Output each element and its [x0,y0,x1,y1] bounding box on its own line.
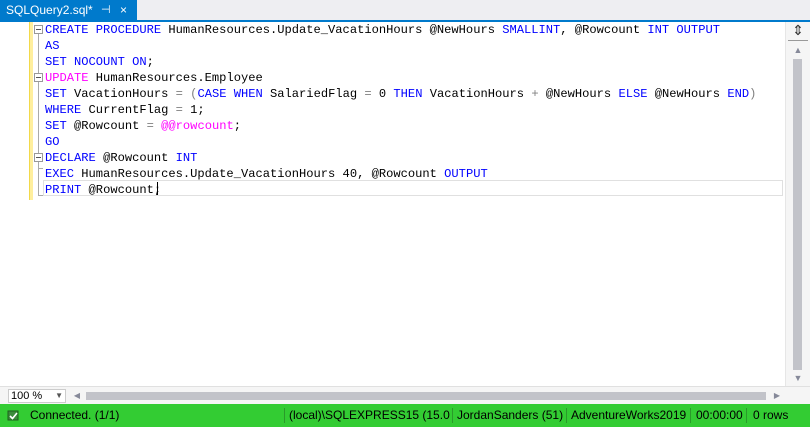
code-token: @Rowcount; [81,183,162,197]
code-token: UPDATE [45,71,89,85]
code-token: = ( [175,87,198,101]
code-line[interactable]: PRINT @Rowcount; [0,182,785,198]
code-token: SET [45,87,67,101]
code-token: EXEC [45,167,75,181]
code-token: @NewHours [647,87,728,101]
code-token: CurrentFlag [81,103,176,117]
code-text: DECLARE @Rowcount INT [45,150,197,166]
zoom-select[interactable]: 100 % ▼ [8,389,66,403]
database-name: AdventureWorks2019 [571,408,687,422]
status-bar: Connected. (1/1) (local)\SQLEXPRESS15 (1… [0,404,810,427]
status-separator [566,408,567,423]
code-token: = [146,119,154,133]
code-token: @NewHours [538,87,619,101]
code-token: CASE WHEN [197,87,263,101]
code-token: END [727,87,750,101]
code-token: = [364,87,372,101]
elapsed-time: 00:00:00 [696,408,743,422]
status-separator [746,408,747,423]
server-name: (local)\SQLEXPRESS15 (15.0 ... [289,408,450,422]
code-token: PRINT [45,183,82,197]
code-token: HumanResources.Update_VacationHours @New… [161,23,503,37]
status-separator [284,408,285,423]
tab-strip: SQLQuery2.sql* ⊣ × [0,0,810,20]
vertical-scrollbar[interactable]: ⇕ ▲ ▼ [785,22,810,386]
code-text: UPDATE HumanResources.Employee [45,70,263,86]
code-token: = [175,103,183,117]
code-token: , @Rowcount [560,23,648,37]
code-token: AS [45,39,60,53]
split-divider [788,40,808,41]
code-token: HumanResources.Employee [88,71,263,85]
connection-status: Connected. (1/1) [30,408,120,422]
status-separator [452,408,453,423]
code-token: VacationHours [66,87,176,101]
code-text: GO [45,134,60,150]
scroll-right-icon[interactable]: ▶ [770,387,784,404]
code-text: EXEC HumanResources.Update_VacationHours… [45,166,488,182]
zoom-value: 100 % [11,390,43,402]
close-icon[interactable]: × [120,0,127,20]
code-line[interactable]: CREATE PROCEDURE HumanResources.Update_V… [0,22,785,38]
code-token: SET NOCOUNT ON [45,55,147,69]
row-count: 0 rows [753,408,789,422]
code-text: WHERE CurrentFlag = 1; [45,102,205,118]
text-caret [157,182,158,195]
code-text: SET VacationHours = (CASE WHEN SalariedF… [45,86,756,102]
code-line[interactable]: SET @Rowcount = @@rowcount; [0,118,785,134]
code-token: ; [146,55,154,69]
scroll-down-icon[interactable]: ▼ [786,370,810,386]
code-token: SalariedFlag [262,87,365,101]
scroll-corner [785,387,810,404]
code-text: PRINT @Rowcount; [45,182,161,198]
zoom-and-horizontal-scroll: 100 % ▼ ◀ ▶ [0,386,810,404]
code-token: @Rowcount [66,119,147,133]
code-line[interactable]: UPDATE HumanResources.Employee [0,70,785,86]
code-token: ) [749,87,757,101]
code-token: CREATE PROCEDURE [45,23,162,37]
pin-icon[interactable]: ⊣ [101,0,111,20]
code-token: + [531,87,539,101]
status-separator [690,408,691,423]
code-token: 0 [371,87,394,101]
code-line[interactable]: GO [0,134,785,150]
split-window-icon[interactable]: ⇕ [786,22,810,39]
code-line[interactable]: EXEC HumanResources.Update_VacationHours… [0,166,785,182]
horizontal-scroll-thumb[interactable] [86,392,766,400]
code-token: SET [45,119,67,133]
code-token: @@rowcount [161,119,234,133]
tab-title: SQLQuery2.sql* [6,3,93,17]
vertical-scroll-thumb[interactable] [793,59,802,370]
user-name: JordanSanders (51) [457,408,564,422]
code-token: SMALLINT [502,23,561,37]
code-token: @Rowcount [95,151,176,165]
scroll-left-icon[interactable]: ◀ [70,387,84,404]
query-editor[interactable]: CREATE PROCEDURE HumanResources.Update_V… [0,22,785,386]
code-line[interactable]: SET VacationHours = (CASE WHEN SalariedF… [0,86,785,102]
connected-icon [7,410,19,421]
code-token: INT OUTPUT [647,23,720,37]
tab-sqlquery2[interactable]: SQLQuery2.sql* ⊣ × [0,0,137,20]
chevron-down-icon: ▼ [55,391,63,400]
code-text: SET NOCOUNT ON; [45,54,154,70]
code-text: SET @Rowcount = @@rowcount; [45,118,241,134]
scroll-up-icon[interactable]: ▲ [786,42,810,58]
code-text: CREATE PROCEDURE HumanResources.Update_V… [45,22,720,38]
code-line[interactable]: DECLARE @Rowcount INT [0,150,785,166]
code-line[interactable]: SET NOCOUNT ON; [0,54,785,70]
code-token: THEN [393,87,423,101]
code-token: WHERE [45,103,82,117]
code-token: INT [175,151,198,165]
code-token: GO [45,135,60,149]
code-token: 1; [182,103,205,117]
code-token: VacationHours [422,87,532,101]
code-token: ; [233,119,241,133]
code-line[interactable]: AS [0,38,785,54]
code-token: ELSE [618,87,648,101]
code-token: OUTPUT [444,167,488,181]
code-line[interactable]: WHERE CurrentFlag = 1; [0,102,785,118]
code-token: DECLARE [45,151,96,165]
code-token: HumanResources.Update_VacationHours 40, … [74,167,445,181]
code-text: AS [45,38,60,54]
